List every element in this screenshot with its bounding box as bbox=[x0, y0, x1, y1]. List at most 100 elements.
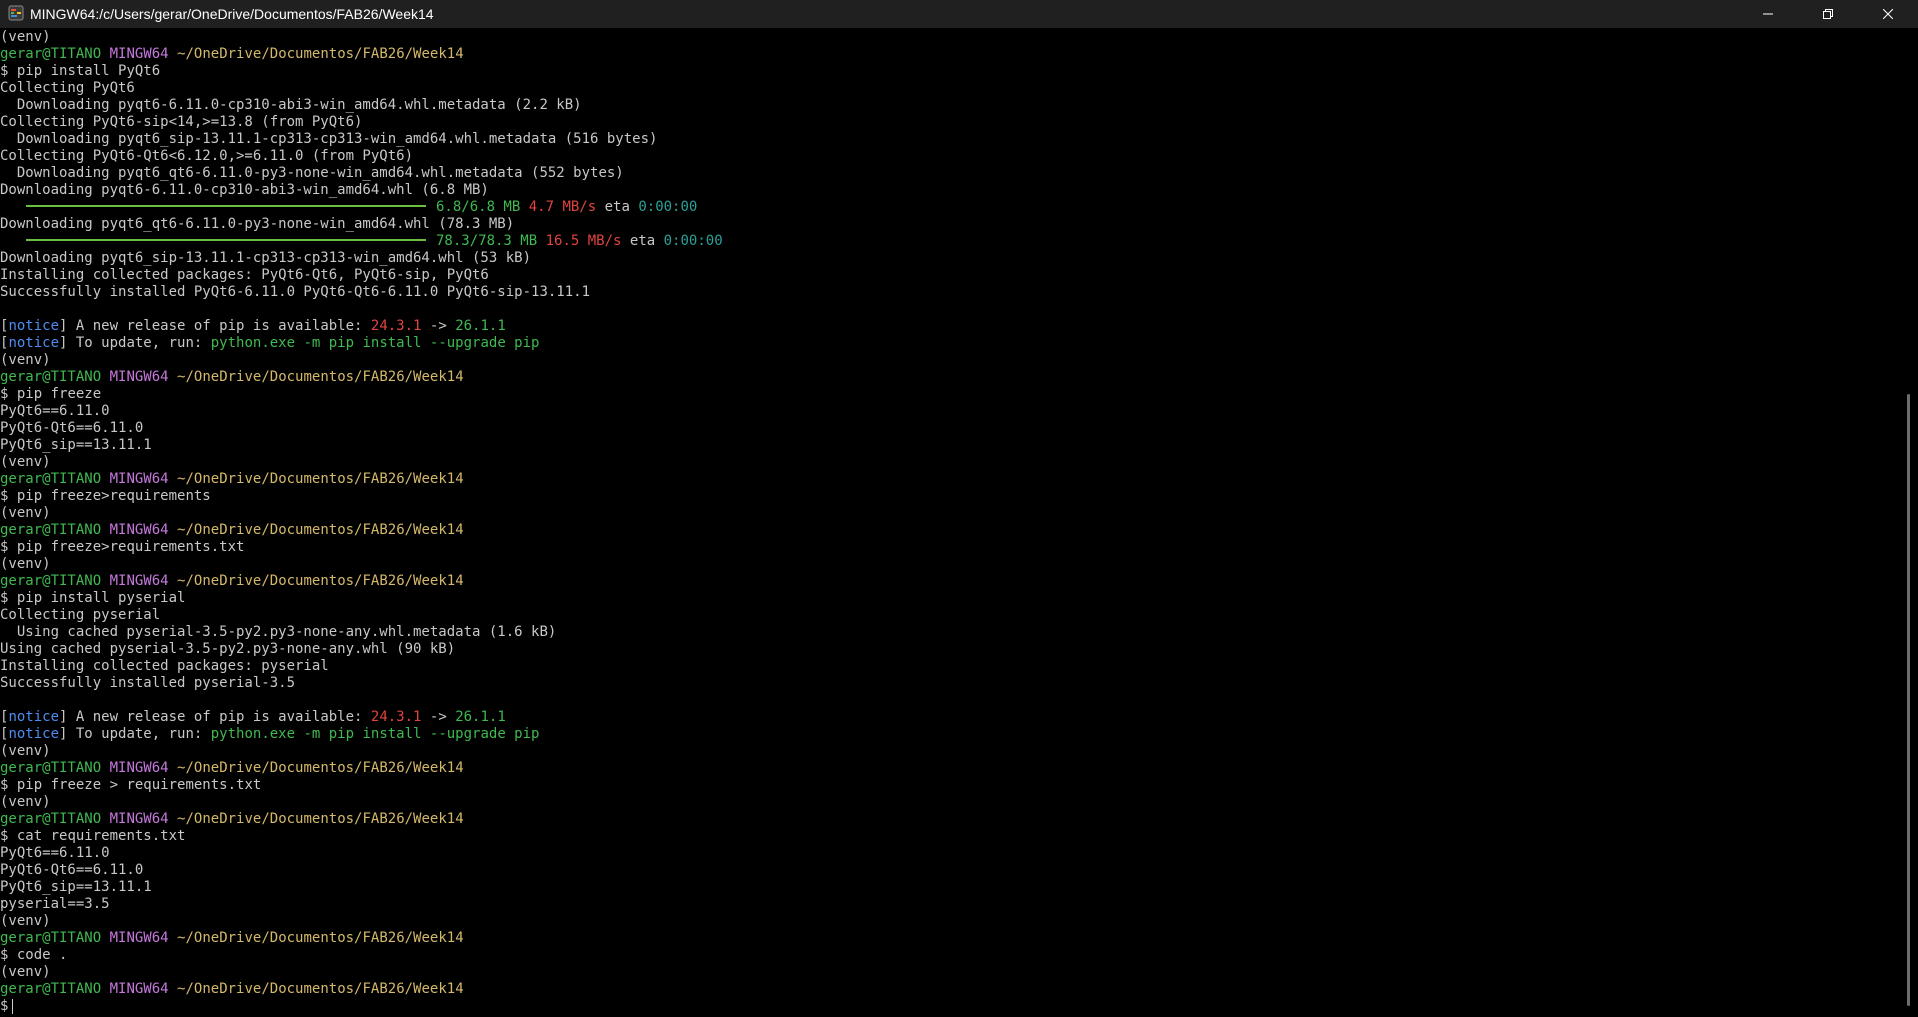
prompt-user: gerar@TITANO bbox=[0, 522, 102, 538]
prompt-path: ~/OneDrive/Documentos/FAB26/Week14 bbox=[177, 573, 464, 589]
terminal-line: Collecting PyQt6-sip<14,>=13.8 (from PyQ… bbox=[0, 114, 1900, 131]
terminal-line: Downloading pyqt6_qt6-6.11.0-py3-none-wi… bbox=[0, 216, 1900, 233]
terminal-line: Downloading pyqt6-6.11.0-cp310-abi3-win_… bbox=[0, 97, 1900, 114]
vertical-scrollbar[interactable] bbox=[1903, 29, 1918, 1017]
output-text: (venv) bbox=[0, 743, 51, 759]
minimize-button[interactable] bbox=[1745, 0, 1791, 28]
notice-label: notice bbox=[8, 335, 60, 351]
notice-old-version: 24.3.1 bbox=[370, 709, 422, 725]
command-line: $ code . bbox=[0, 947, 1900, 964]
output-text: PyQt6==6.11.0 bbox=[0, 403, 110, 419]
prompt-user: gerar@TITANO bbox=[0, 46, 102, 62]
pip-notice: [notice] To update, run: python.exe -m p… bbox=[0, 335, 540, 351]
git-bash-icon bbox=[8, 5, 24, 21]
output-text: Collecting PyQt6-Qt6<6.12.0,>=6.11.0 (fr… bbox=[0, 148, 414, 164]
prompt-user: gerar@TITANO bbox=[0, 760, 102, 776]
prompt-shell: MINGW64 bbox=[109, 522, 169, 538]
command-line: $ pip install pyserial bbox=[0, 590, 1900, 607]
output-text: Downloading pyqt6_qt6-6.11.0-py3-none-wi… bbox=[0, 165, 624, 181]
text-cursor[interactable] bbox=[12, 998, 14, 1014]
progress-bar bbox=[26, 205, 426, 207]
output-text: PyQt6-Qt6==6.11.0 bbox=[0, 420, 144, 436]
terminal-line: PyQt6==6.11.0 bbox=[0, 403, 1900, 420]
output-text: (venv) bbox=[0, 505, 51, 521]
prompt-user: gerar@TITANO bbox=[0, 369, 102, 385]
minimize-icon bbox=[1763, 13, 1773, 15]
output-text: PyQt6_sip==13.11.1 bbox=[0, 879, 152, 895]
prompt-shell: MINGW64 bbox=[109, 471, 169, 487]
progress-eta-label: eta bbox=[604, 199, 630, 215]
command-line: $ cat requirements.txt bbox=[0, 828, 1900, 845]
close-button[interactable] bbox=[1865, 0, 1911, 28]
prompt-path: ~/OneDrive/Documentos/FAB26/Week14 bbox=[177, 369, 464, 385]
terminal-line: Using cached pyserial-3.5-py2.py3-none-a… bbox=[0, 624, 1900, 641]
notice-text: To update, run: bbox=[67, 335, 211, 351]
terminal-line: Collecting PyQt6-Qt6<6.12.0,>=6.11.0 (fr… bbox=[0, 148, 1900, 165]
command-line: $ pip freeze > requirements.txt bbox=[0, 777, 1900, 794]
progress-size: 6.8/6.8 MB bbox=[436, 199, 521, 215]
title-bar: MINGW64:/c/Users/gerar/OneDrive/Document… bbox=[0, 0, 1918, 28]
prompt-path: ~/OneDrive/Documentos/FAB26/Week14 bbox=[177, 471, 464, 487]
prompt-shell: MINGW64 bbox=[109, 369, 169, 385]
prompt-line: gerar@TITANO MINGW64 ~/OneDrive/Document… bbox=[0, 573, 1900, 590]
prompt-user: gerar@TITANO bbox=[0, 981, 102, 997]
output-text: (venv) bbox=[0, 964, 51, 980]
terminal-line: Downloading pyqt6_sip-13.11.1-cp313-cp31… bbox=[0, 131, 1900, 148]
notice-text: A new release of pip is available: bbox=[67, 318, 371, 334]
prompt-dollar: $ bbox=[0, 63, 9, 79]
prompt-shell: MINGW64 bbox=[109, 981, 169, 997]
output-text: PyQt6==6.11.0 bbox=[0, 845, 110, 861]
terminal-line: (venv) bbox=[0, 794, 1900, 811]
output-text: Using cached pyserial-3.5-py2.py3-none-a… bbox=[0, 641, 456, 657]
scrollbar-thumb[interactable] bbox=[1907, 394, 1910, 1006]
pip-notice: [notice] To update, run: python.exe -m p… bbox=[0, 726, 540, 742]
command-line: $ pip freeze>requirements.txt bbox=[0, 539, 1900, 556]
output-text: (venv) bbox=[0, 29, 51, 45]
output-text: Downloading pyqt6_sip-13.11.1-cp313-cp31… bbox=[0, 131, 658, 147]
prompt-dollar: $ bbox=[0, 947, 9, 963]
notice-old-version: 24.3.1 bbox=[370, 318, 422, 334]
prompt-line: gerar@TITANO MINGW64 ~/OneDrive/Document… bbox=[0, 522, 1900, 539]
output-text: Downloading pyqt6_sip-13.11.1-cp313-cp31… bbox=[0, 250, 532, 266]
prompt-path: ~/OneDrive/Documentos/FAB26/Week14 bbox=[177, 46, 464, 62]
prompt-shell: MINGW64 bbox=[109, 760, 169, 776]
output-text: (venv) bbox=[0, 913, 51, 929]
command-text: pip freeze bbox=[16, 386, 102, 402]
prompt-user: gerar@TITANO bbox=[0, 471, 102, 487]
prompt-line: gerar@TITANO MINGW64 ~/OneDrive/Document… bbox=[0, 760, 1900, 777]
terminal-line: PyQt6_sip==13.11.1 bbox=[0, 437, 1900, 454]
prompt-line: gerar@TITANO MINGW64 ~/OneDrive/Document… bbox=[0, 369, 1900, 386]
command-text: code . bbox=[16, 947, 68, 963]
command-text: pip freeze>requirements.txt bbox=[16, 539, 245, 555]
terminal-line: Successfully installed PyQt6-6.11.0 PyQt… bbox=[0, 284, 1900, 301]
output-text: Successfully installed PyQt6-6.11.0 PyQt… bbox=[0, 284, 591, 300]
output-text: Downloading pyqt6-6.11.0-cp310-abi3-win_… bbox=[0, 182, 489, 198]
restore-icon bbox=[1823, 9, 1833, 19]
terminal-line: pyserial==3.5 bbox=[0, 896, 1900, 913]
prompt-shell: MINGW64 bbox=[109, 930, 169, 946]
prompt-path: ~/OneDrive/Documentos/FAB26/Week14 bbox=[177, 930, 464, 946]
prompt-dollar: $ bbox=[0, 777, 9, 793]
prompt-line: gerar@TITANO MINGW64 ~/OneDrive/Document… bbox=[0, 811, 1900, 828]
output-text: PyQt6-Qt6==6.11.0 bbox=[0, 862, 144, 878]
output-text: Collecting PyQt6-sip<14,>=13.8 (from PyQ… bbox=[0, 114, 363, 130]
restore-button[interactable] bbox=[1805, 0, 1851, 28]
prompt-shell: MINGW64 bbox=[109, 573, 169, 589]
prompt-line: gerar@TITANO MINGW64 ~/OneDrive/Document… bbox=[0, 46, 1900, 63]
prompt-line: gerar@TITANO MINGW64 ~/OneDrive/Document… bbox=[0, 930, 1900, 947]
progress-speed: 16.5 MB/s bbox=[545, 233, 622, 249]
terminal-line: Downloading pyqt6-6.11.0-cp310-abi3-win_… bbox=[0, 182, 1900, 199]
output-text: (venv) bbox=[0, 794, 51, 810]
notice-command: python.exe -m pip install --upgrade pip bbox=[210, 726, 540, 742]
terminal-line: Downloading pyqt6_sip-13.11.1-cp313-cp31… bbox=[0, 250, 1900, 267]
prompt-shell: MINGW64 bbox=[109, 811, 169, 827]
terminal-line: (venv) bbox=[0, 913, 1900, 930]
command-text: pip freeze>requirements bbox=[16, 488, 211, 504]
command-line: $ pip freeze bbox=[0, 386, 1900, 403]
command-line: $ pip freeze>requirements bbox=[0, 488, 1900, 505]
terminal-line: Collecting PyQt6 bbox=[0, 80, 1900, 97]
terminal-output[interactable]: (venv) gerar@TITANO MINGW64 ~/OneDrive/Do… bbox=[0, 29, 1900, 1017]
output-text: Installing collected packages: pyserial bbox=[0, 658, 329, 674]
